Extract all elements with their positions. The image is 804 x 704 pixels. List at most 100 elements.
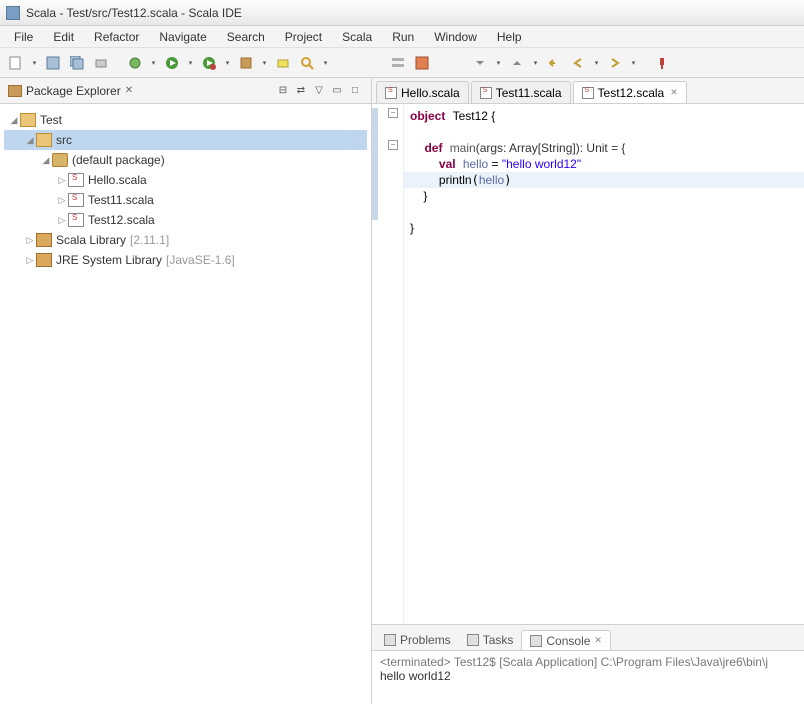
project-icon (20, 113, 36, 127)
back-icon[interactable] (568, 53, 588, 73)
expand-arrow-icon[interactable]: ▷ (56, 175, 68, 186)
code-fn-println: println (439, 173, 472, 187)
last-edit-icon[interactable] (544, 53, 564, 73)
menu-bar: File Edit Refactor Navigate Search Proje… (0, 26, 804, 48)
code-kw-def: def (424, 141, 442, 155)
external-tools-icon[interactable] (236, 53, 256, 73)
nav-annotation-dropdown-icon[interactable]: ▾ (494, 55, 503, 71)
editor-tab-test12[interactable]: Test12.scala ✕ (573, 81, 687, 103)
menu-scala[interactable]: Scala (332, 28, 382, 46)
menu-refactor[interactable]: Refactor (84, 28, 149, 46)
code-editor[interactable]: − − object Test12 { def main(args: Array… (372, 104, 804, 624)
menu-search[interactable]: Search (217, 28, 275, 46)
tree-jre-library[interactable]: ▷ JRE System Library [JavaSE-1.6] (4, 250, 367, 270)
maximize-view-icon[interactable]: □ (347, 83, 363, 99)
src-folder-label: src (56, 133, 72, 147)
tab-label: Console (546, 634, 590, 648)
tree-scala-library[interactable]: ▷ Scala Library [2.11.1] (4, 230, 367, 250)
debug-icon[interactable] (125, 53, 145, 73)
expand-arrow-icon[interactable]: ▷ (56, 195, 68, 206)
external-dropdown-icon[interactable]: ▾ (260, 55, 269, 71)
toggle-breadcrumb-icon[interactable] (388, 53, 408, 73)
tree-file-hello[interactable]: ▷ Hello.scala (4, 170, 367, 190)
fold-toggle-icon[interactable]: − (388, 108, 398, 118)
code-area[interactable]: object Test12 { def main(args: Array[Str… (404, 104, 804, 624)
menu-help[interactable]: Help (487, 28, 532, 46)
expand-arrow-icon[interactable]: ◢ (8, 115, 20, 126)
jre-lib-version: [JavaSE-1.6] (166, 253, 235, 267)
nav-prev-dropdown-icon[interactable]: ▾ (531, 55, 540, 71)
link-editor-icon[interactable]: ⇄ (293, 83, 309, 99)
editor-gutter[interactable]: − − (372, 104, 404, 624)
run-last-icon[interactable] (199, 53, 219, 73)
tree-default-package[interactable]: ◢ (default package) (4, 150, 367, 170)
close-view-icon[interactable]: ✕ (125, 85, 133, 96)
tree-file-test11[interactable]: ▷ Test11.scala (4, 190, 367, 210)
menu-file[interactable]: File (4, 28, 43, 46)
file-label: Test11.scala (88, 193, 154, 207)
expand-arrow-icon[interactable]: ◢ (24, 135, 36, 146)
window-title: Scala - Test/src/Test12.scala - Scala ID… (26, 6, 242, 20)
save-all-icon[interactable] (67, 53, 87, 73)
package-explorer-panel: Package Explorer ✕ ⊟ ⇄ ▽ ▭ □ ◢ Test ◢ sr… (0, 78, 372, 704)
back-dropdown-icon[interactable]: ▾ (592, 55, 601, 71)
package-tree[interactable]: ◢ Test ◢ src ◢ (default package) ▷ Hello… (0, 104, 371, 704)
forward-dropdown-icon[interactable]: ▾ (629, 55, 638, 71)
close-tab-icon[interactable]: ✕ (594, 635, 602, 646)
search-icon[interactable] (297, 53, 317, 73)
console-output[interactable]: <terminated> Test12$ [Scala Application]… (372, 651, 804, 704)
bottom-panel: Problems Tasks Console ✕ <terminated> Te… (372, 624, 804, 704)
toggle-mark-icon[interactable] (412, 53, 432, 73)
title-bar: Scala - Test/src/Test12.scala - Scala ID… (0, 0, 804, 26)
editor-tab-test11[interactable]: Test11.scala (471, 81, 571, 103)
code-var-hello: hello (463, 157, 488, 171)
menu-navigate[interactable]: Navigate (149, 28, 216, 46)
file-label: Test12.scala (88, 213, 155, 227)
close-tab-icon[interactable]: ✕ (670, 87, 678, 98)
print-icon[interactable] (91, 53, 111, 73)
menu-project[interactable]: Project (275, 28, 332, 46)
tree-project[interactable]: ◢ Test (4, 110, 367, 130)
tab-problems[interactable]: Problems (376, 630, 459, 650)
run-icon[interactable] (162, 53, 182, 73)
view-menu-icon[interactable]: ▽ (311, 83, 327, 99)
menu-run[interactable]: Run (382, 28, 424, 46)
save-icon[interactable] (43, 53, 63, 73)
new-icon[interactable] (6, 53, 26, 73)
menu-edit[interactable]: Edit (43, 28, 84, 46)
tree-src-folder[interactable]: ◢ src (4, 130, 367, 150)
tree-file-test12[interactable]: ▷ Test12.scala (4, 210, 367, 230)
tasks-icon (467, 634, 479, 646)
new-dropdown-icon[interactable]: ▾ (30, 55, 39, 71)
nav-prev-icon[interactable] (507, 53, 527, 73)
pin-icon[interactable] (652, 53, 672, 73)
run-last-dropdown-icon[interactable]: ▾ (223, 55, 232, 71)
run-dropdown-icon[interactable]: ▾ (186, 55, 195, 71)
expand-arrow-icon[interactable]: ▷ (56, 215, 68, 226)
bottom-tab-bar: Problems Tasks Console ✕ (372, 625, 804, 651)
package-icon (52, 153, 68, 167)
code-method-name: main (450, 141, 476, 155)
debug-dropdown-icon[interactable]: ▾ (149, 55, 158, 71)
tab-tasks[interactable]: Tasks (459, 630, 522, 650)
expand-arrow-icon[interactable]: ▷ (24, 235, 36, 246)
open-type-icon[interactable] (273, 53, 293, 73)
code-kw-val: val (439, 157, 456, 171)
collapse-all-icon[interactable]: ⊟ (275, 83, 291, 99)
menu-window[interactable]: Window (424, 28, 487, 46)
code-kw-object: object (410, 109, 445, 123)
tab-console[interactable]: Console ✕ (521, 630, 611, 650)
package-explorer-title: Package Explorer (26, 84, 121, 98)
workspace: Package Explorer ✕ ⊟ ⇄ ▽ ▭ □ ◢ Test ◢ sr… (0, 78, 804, 704)
expand-arrow-icon[interactable]: ◢ (40, 155, 52, 166)
expand-arrow-icon[interactable]: ▷ (24, 255, 36, 266)
problems-icon (384, 634, 396, 646)
search-dropdown-icon[interactable]: ▾ (321, 55, 330, 71)
forward-icon[interactable] (605, 53, 625, 73)
editor-tab-hello[interactable]: Hello.scala (376, 81, 469, 103)
library-icon (36, 233, 52, 247)
fold-toggle-icon[interactable]: − (388, 140, 398, 150)
file-label: Hello.scala (88, 173, 147, 187)
minimize-view-icon[interactable]: ▭ (329, 83, 345, 99)
nav-annotation-icon[interactable] (470, 53, 490, 73)
